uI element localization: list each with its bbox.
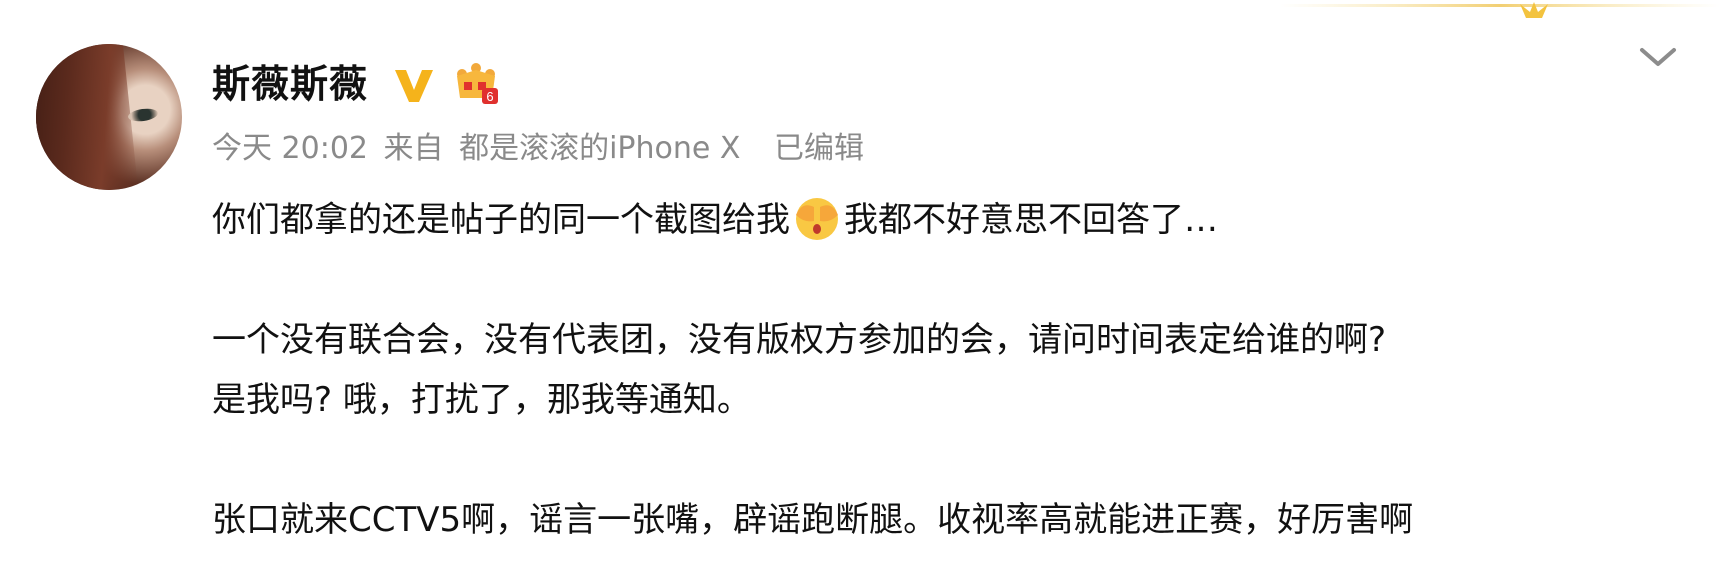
post-line-2: 一个没有联合会，没有代表团，没有版权方参加的会，请问时间表定给谁的啊?: [212, 320, 1387, 360]
post-device[interactable]: 都是滚滚的iPhone X: [459, 131, 740, 166]
post-from-label: 来自: [383, 131, 444, 166]
post-line-4: 张口就来CCTV5啊，谣言一张嘴，辟谣跑断腿。收视率高就能进正赛，好厉害啊: [212, 500, 1414, 540]
shy-emoji-icon: [796, 198, 838, 240]
post-meta: 今天 20:02 来自 都是滚滚的iPhone X 已编辑: [212, 128, 870, 170]
post-line-1: 你们都拿的还是帖子的同一个截图给我 我都不好意思不回答了…: [212, 190, 1692, 250]
post-line-3: 是我吗? 哦，打扰了，那我等通知。: [212, 380, 751, 420]
header-decoration: [1280, 2, 1720, 18]
crown-member-icon[interactable]: 6: [452, 60, 500, 108]
post-text: 我都不好意思不回答了…: [844, 200, 1218, 240]
verified-badge-icon[interactable]: [392, 62, 436, 106]
member-level-badge: 6: [486, 89, 493, 104]
avatar-hair: [36, 44, 140, 190]
edited-label[interactable]: 已编辑: [774, 131, 864, 166]
avatar-eye: [127, 106, 159, 124]
username[interactable]: 斯薇斯薇: [212, 58, 368, 110]
post-content: 你们都拿的还是帖子的同一个截图给我 我都不好意思不回答了… 一个没有联合会，没有…: [212, 190, 1692, 550]
avatar[interactable]: [36, 44, 182, 190]
chevron-down-icon[interactable]: [1638, 44, 1678, 70]
post-text: 你们都拿的还是帖子的同一个截图给我: [212, 200, 790, 240]
post-time: 今天 20:02: [212, 131, 368, 166]
